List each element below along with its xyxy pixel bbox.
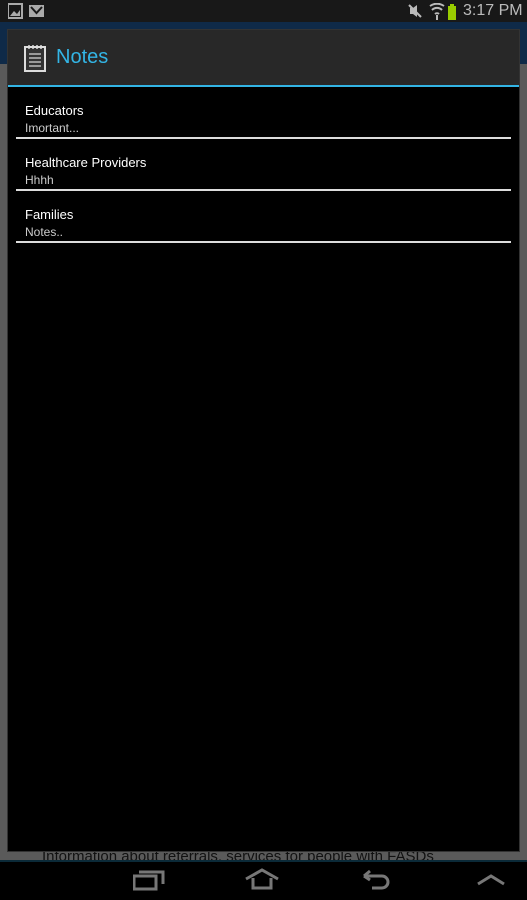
notepad-icon bbox=[24, 44, 46, 72]
list-item[interactable]: Educators Imortant... bbox=[16, 87, 511, 139]
notes-dialog: Notes Educators Imortant... Healthcare Pr… bbox=[7, 29, 520, 852]
notification-icons bbox=[8, 3, 44, 19]
home-icon[interactable] bbox=[244, 868, 280, 892]
mute-icon bbox=[408, 4, 422, 18]
gmail-icon bbox=[29, 5, 44, 17]
notes-list: Educators Imortant... Healthcare Provider… bbox=[8, 87, 519, 243]
item-subtitle: Notes.. bbox=[25, 225, 64, 239]
wifi-icon bbox=[429, 3, 445, 20]
item-subtitle: Imortant... bbox=[25, 121, 80, 135]
item-title: Educators bbox=[25, 103, 84, 118]
list-item[interactable]: Healthcare Providers Hhhh bbox=[16, 139, 511, 191]
recent-apps-icon[interactable] bbox=[133, 868, 165, 892]
back-icon[interactable] bbox=[362, 868, 392, 892]
dialog-title: Notes bbox=[56, 46, 109, 68]
menu-up-icon[interactable] bbox=[476, 868, 506, 892]
item-subtitle: Hhhh bbox=[25, 173, 54, 187]
dialog-header: Notes bbox=[8, 30, 519, 87]
gallery-icon bbox=[8, 3, 23, 19]
navigation-bar bbox=[0, 860, 527, 900]
clock: 3:17 PM bbox=[463, 2, 523, 19]
battery-icon bbox=[448, 4, 456, 20]
list-item[interactable]: Families Notes.. bbox=[16, 191, 511, 243]
item-title: Healthcare Providers bbox=[25, 155, 147, 170]
status-bar: 3:17 PM bbox=[0, 0, 527, 22]
item-title: Families bbox=[25, 207, 74, 222]
system-icons bbox=[408, 3, 456, 20]
